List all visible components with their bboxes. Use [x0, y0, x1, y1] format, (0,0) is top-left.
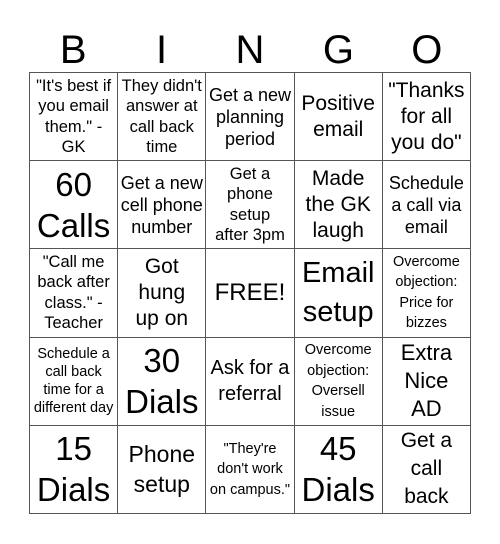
bingo-cell[interactable]: 60 Calls — [30, 161, 119, 250]
cell-text: Overcome objection: Price for bizzes — [392, 253, 460, 332]
cell-text: Email setup — [301, 256, 375, 328]
cell-text: Get a new cell phone number — [120, 172, 203, 237]
cell-text: They didn't answer at call back time — [121, 76, 202, 157]
bingo-cell[interactable]: Get a call back — [382, 425, 471, 514]
header-letter-o: O — [411, 28, 443, 72]
cell-text: 15 Dials — [36, 430, 111, 509]
bingo-cell[interactable]: Positive email — [294, 73, 383, 162]
cell-text: Ask for a referral — [210, 357, 290, 406]
cell-text: 60 Calls — [36, 165, 111, 244]
cell-text: Made the GK laugh — [305, 166, 371, 242]
bingo-cell[interactable]: 15 Dials — [30, 425, 119, 514]
header-letter-g: G — [322, 28, 354, 72]
cell-text: 30 Dials — [125, 342, 199, 421]
bingo-cell[interactable]: Schedule a call back time for a differen… — [30, 337, 119, 426]
bingo-cell[interactable]: "Thanks for all you do" — [382, 73, 471, 162]
cell-text: "They're don't work on campus." — [209, 440, 291, 498]
bingo-cell[interactable]: Got hung up on — [118, 249, 207, 338]
bingo-cell[interactable]: 30 Dials — [118, 337, 207, 426]
bingo-cell[interactable]: Ask for a referral — [206, 337, 295, 426]
bingo-cell[interactable]: "It's best if you email them." - GK — [30, 73, 119, 162]
cell-text: Got hung up on — [135, 254, 189, 330]
header-letter-b: B — [59, 28, 87, 72]
cell-text: Get a call back — [400, 429, 453, 509]
bingo-cell[interactable]: Email setup — [294, 249, 383, 338]
bingo-cell[interactable]: "Call me back after class." - Teacher — [30, 249, 119, 338]
cell-text: Schedule a call via email — [388, 172, 464, 237]
cell-text: 45 Dials — [301, 430, 375, 509]
cell-text: Get a phone setup after 3pm — [215, 164, 285, 245]
bingo-cell[interactable]: Schedule a call via email — [382, 161, 471, 250]
bingo-cell[interactable]: Get a new cell phone number — [118, 161, 207, 250]
cell-text: "Call me back after class." - Teacher — [37, 252, 110, 333]
bingo-cell free-space[interactable]: FREE! — [206, 249, 295, 338]
bingo-cell[interactable]: 45 Dials — [294, 425, 383, 514]
cell-text: "It's best if you email them." - GK — [36, 76, 112, 157]
header-letter-i: I — [156, 28, 168, 72]
bingo-cell[interactable]: They didn't answer at call back time — [118, 73, 207, 162]
bingo-grid: "It's best if you email them." - GK They… — [29, 72, 471, 514]
bingo-cell[interactable]: Overcome objection: Price for bizzes — [382, 249, 471, 338]
cell-text: Schedule a call back time for a differen… — [33, 346, 114, 417]
bingo-cell[interactable]: Overcome objection: Oversell issue — [294, 337, 383, 426]
bingo-cell[interactable]: Extra Nice AD — [382, 337, 471, 426]
header-letter-n: N — [235, 28, 265, 72]
cell-text: "Thanks for all you do" — [388, 78, 465, 154]
cell-text: Overcome objection: Oversell issue — [304, 342, 372, 420]
cell-text: Get a new planning period — [208, 84, 292, 149]
bingo-cell[interactable]: Phone setup — [118, 425, 207, 514]
bingo-cell[interactable]: "They're don't work on campus." — [206, 425, 295, 514]
bingo-cell[interactable]: Get a new planning period — [206, 73, 295, 162]
bingo-cell[interactable]: Made the GK laugh — [294, 161, 383, 250]
cell-text: Phone setup — [128, 441, 196, 498]
bingo-header: B I N G O — [29, 28, 471, 72]
bingo-cell[interactable]: Get a phone setup after 3pm — [206, 161, 295, 250]
cell-text: Extra Nice AD — [400, 340, 453, 422]
cell-text: FREE! — [214, 279, 286, 307]
cell-text: Positive email — [301, 91, 375, 141]
